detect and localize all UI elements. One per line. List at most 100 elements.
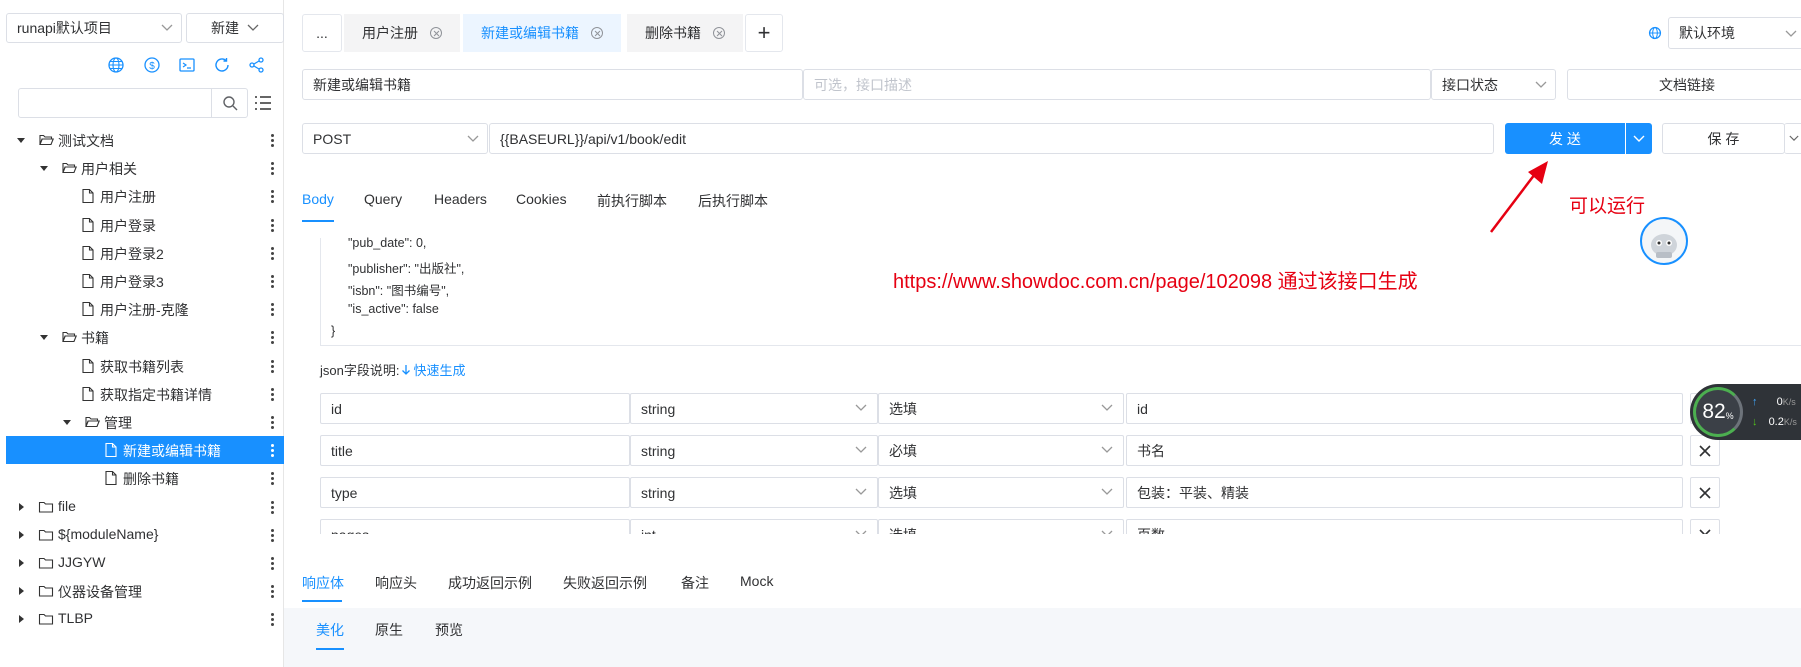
send-button[interactable]: 发 送 [1505, 123, 1625, 154]
tab-item[interactable]: 用户注册 [344, 14, 460, 52]
tab-item[interactable]: 删除书籍 [627, 14, 743, 52]
field-name-input[interactable]: type [320, 477, 630, 508]
tree-item[interactable]: 新建或编辑书籍 [6, 436, 284, 465]
request-tab[interactable]: 后执行脚本 [698, 191, 768, 211]
field-required-select[interactable]: 必填 [878, 435, 1124, 466]
tree-item[interactable]: 用户登录3 [6, 267, 284, 295]
response-tab[interactable]: 成功返回示例 [448, 573, 532, 593]
field-name-input[interactable]: id [320, 393, 630, 424]
response-tab[interactable]: Mock [740, 573, 773, 589]
more-icon[interactable] [270, 470, 274, 486]
caret-right-icon[interactable] [16, 558, 26, 568]
globe-icon[interactable] [107, 56, 125, 74]
field-name-input[interactable]: title [320, 435, 630, 466]
more-icon[interactable] [270, 160, 274, 176]
tree-folder[interactable]: file [6, 493, 284, 521]
more-icon[interactable] [270, 386, 274, 402]
search-button[interactable] [211, 89, 247, 117]
response-subtab[interactable]: 原生 [375, 620, 403, 640]
list-icon[interactable] [254, 95, 272, 111]
tree-folder[interactable]: 测试文档 [6, 126, 284, 154]
field-desc-input[interactable]: id [1126, 393, 1683, 424]
tree-item[interactable]: 用户登录2 [6, 239, 284, 267]
more-icon[interactable] [270, 414, 274, 430]
doc-link-button[interactable]: 文档链接 [1567, 69, 1801, 100]
body-editor[interactable] [320, 238, 1801, 346]
request-tab[interactable]: Headers [434, 191, 487, 207]
field-required-select[interactable]: 选填 [878, 477, 1124, 508]
more-icon[interactable] [270, 188, 274, 204]
tree-folder[interactable]: 书籍 [6, 323, 284, 351]
field-desc-input[interactable]: 页数 [1126, 519, 1683, 534]
caret-down-icon[interactable] [39, 332, 49, 342]
api-name-input[interactable]: 新建或编辑书籍 [302, 69, 803, 100]
api-description-input[interactable]: 可选，接口描述 [803, 69, 1431, 100]
request-tab[interactable]: Cookies [516, 191, 567, 207]
tree-folder[interactable]: 仪器设备管理 [6, 577, 284, 605]
tree-item[interactable]: 用户登录 [6, 211, 284, 239]
response-tab[interactable]: 响应体 [302, 573, 344, 593]
caret-down-icon[interactable] [16, 135, 26, 145]
dollar-icon[interactable]: $ [143, 56, 161, 74]
tree-folder[interactable]: TLBP [6, 605, 284, 633]
project-select[interactable]: runapi默认项目 [6, 13, 182, 43]
tree-folder[interactable]: 管理 [6, 408, 284, 436]
share-icon[interactable] [248, 56, 266, 74]
delete-field-button[interactable] [1690, 477, 1720, 508]
close-tab-icon[interactable] [430, 27, 442, 39]
tree-item[interactable]: 获取书籍列表 [6, 352, 284, 380]
more-icon[interactable] [270, 273, 274, 289]
tree-folder[interactable]: ${moduleName} [6, 521, 284, 549]
tree-item[interactable]: 获取指定书籍详情 [6, 380, 284, 408]
tabs-more-button[interactable]: ... [302, 14, 342, 52]
field-type-select[interactable]: int [630, 519, 878, 534]
quick-generate-link[interactable]: 快速生成 [413, 360, 465, 379]
more-icon[interactable] [270, 245, 274, 261]
more-icon[interactable] [270, 329, 274, 345]
caret-right-icon[interactable] [16, 530, 26, 540]
request-tab[interactable]: Body [302, 191, 334, 207]
field-type-select[interactable]: string [630, 393, 878, 424]
response-subtab[interactable]: 美化 [316, 620, 344, 640]
api-status-select[interactable]: 接口状态 [1431, 69, 1556, 100]
more-icon[interactable] [270, 358, 274, 374]
save-dropdown-button[interactable] [1784, 123, 1801, 154]
field-required-select[interactable]: 选填 [878, 393, 1124, 424]
tree-folder[interactable]: 用户相关 [6, 154, 284, 182]
environment-select[interactable]: 默认环境 [1668, 17, 1801, 49]
more-icon[interactable] [270, 583, 274, 599]
request-tab[interactable]: 前执行脚本 [597, 191, 667, 211]
caret-right-icon[interactable] [16, 502, 26, 512]
field-type-select[interactable]: string [630, 435, 878, 466]
field-desc-input[interactable]: 包装：平装、精装 [1126, 477, 1683, 508]
add-tab-button[interactable]: + [745, 14, 783, 52]
more-icon[interactable] [270, 555, 274, 571]
more-icon[interactable] [270, 217, 274, 233]
response-tab[interactable]: 备注 [681, 573, 709, 593]
tab-item[interactable]: 新建或编辑书籍 [463, 14, 621, 52]
save-button[interactable]: 保 存 [1662, 123, 1785, 154]
field-desc-input[interactable]: 书名 [1126, 435, 1683, 466]
caret-down-icon[interactable] [62, 417, 72, 427]
more-icon[interactable] [270, 527, 274, 543]
tree-item[interactable]: 删除书籍 [6, 464, 284, 492]
more-icon[interactable] [270, 442, 274, 458]
field-name-input[interactable]: pages [320, 519, 630, 534]
field-type-select[interactable]: string [630, 477, 878, 508]
response-tab[interactable]: 失败返回示例 [563, 573, 647, 593]
send-dropdown-button[interactable] [1626, 123, 1652, 154]
caret-right-icon[interactable] [16, 586, 26, 596]
close-tab-icon[interactable] [591, 27, 603, 39]
delete-field-button[interactable] [1690, 519, 1720, 534]
caret-down-icon[interactable] [39, 163, 49, 173]
request-tab[interactable]: Query [364, 191, 402, 207]
url-input[interactable]: {{BASEURL}}/api/v1/book/edit [489, 123, 1494, 154]
more-icon[interactable] [270, 499, 274, 515]
more-icon[interactable] [270, 611, 274, 627]
caret-right-icon[interactable] [16, 614, 26, 624]
more-icon[interactable] [270, 301, 274, 317]
close-tab-icon[interactable] [713, 27, 725, 39]
response-tab[interactable]: 响应头 [375, 573, 417, 593]
terminal-icon[interactable] [178, 56, 196, 74]
tree-folder[interactable]: JJGYW [6, 549, 284, 577]
